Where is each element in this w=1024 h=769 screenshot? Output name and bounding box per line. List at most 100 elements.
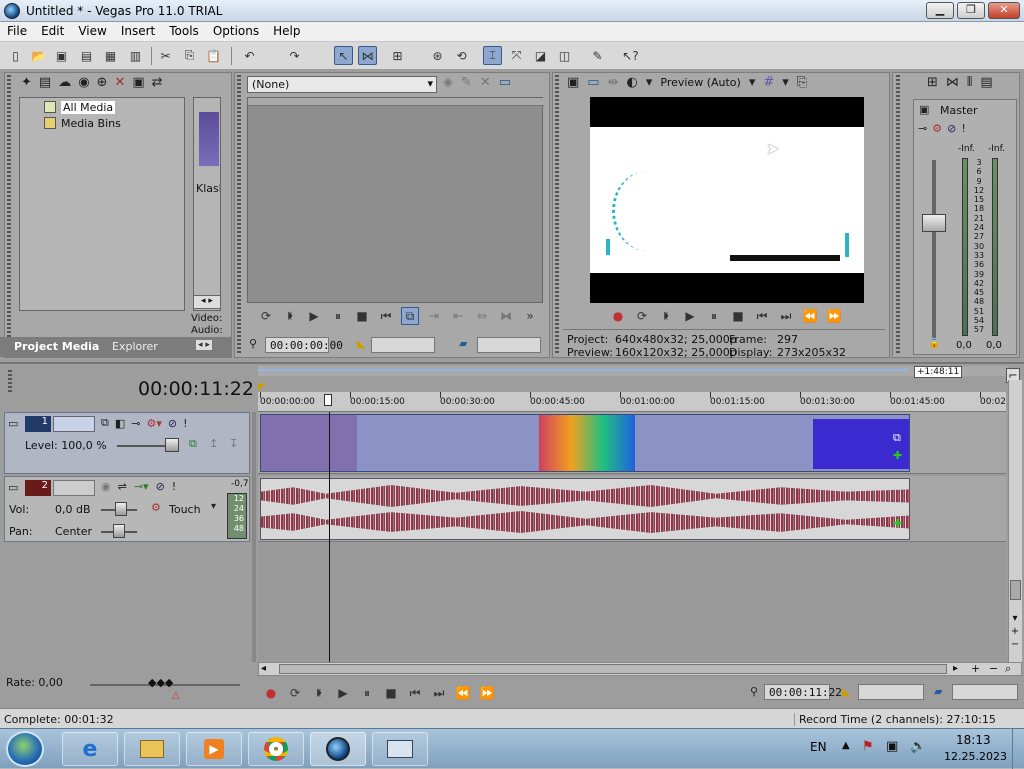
track-list-splitter[interactable]	[252, 412, 256, 662]
trim-out-icon[interactable]: ⇤	[449, 307, 467, 325]
preview-fx-icon[interactable]: ◐	[627, 75, 638, 90]
event-fx-icon[interactable]: ✚	[893, 517, 902, 530]
normal-edit-tool-icon[interactable]: ↖	[334, 46, 353, 65]
stop-icon[interactable]: ■	[729, 307, 747, 325]
media-fx-icon[interactable]: ⇄	[152, 75, 163, 90]
stop-icon[interactable]: ■	[353, 307, 371, 325]
track-fx-icon[interactable]: ⊸▾	[134, 480, 149, 493]
external-monitor-icon[interactable]: ▭	[587, 75, 599, 90]
h-scroll-thumb[interactable]	[279, 664, 947, 674]
selection-tool-icon[interactable]: ⊞	[388, 46, 407, 65]
mute-icon[interactable]: ⊘	[156, 480, 165, 493]
capture-video-icon[interactable]: ▤	[39, 75, 51, 90]
maximize-button[interactable]: ❐	[957, 2, 985, 19]
get-media-icon[interactable]: ☁	[58, 75, 71, 90]
play-from-start-icon[interactable]: ⏵⃒	[657, 307, 675, 325]
render-tool-icon[interactable]: ✎	[588, 46, 607, 65]
trimmer-monitor-icon[interactable]: ▭	[499, 75, 511, 90]
lock-envelopes-icon[interactable]: ◪	[531, 46, 550, 65]
track-motion-icon[interactable]: ⧉	[101, 416, 109, 430]
cut-icon[interactable]: ✂	[156, 46, 175, 65]
tree-item-media-bins[interactable]: Media Bins	[61, 117, 121, 130]
bus-mute-icon[interactable]: ⊘	[947, 122, 956, 135]
video-properties-icon[interactable]: ▣	[567, 75, 579, 90]
marker-bar[interactable]: +1:48:11	[258, 366, 1008, 378]
menu-tools[interactable]: Tools	[162, 22, 206, 38]
go-to-start-icon[interactable]: ⏮	[377, 307, 395, 325]
make-parent-icon[interactable]: ↥	[209, 437, 218, 450]
pause-icon[interactable]: ⏸	[705, 307, 723, 325]
previous-frame-icon[interactable]: ⏪	[454, 684, 472, 702]
open-icon[interactable]: 📂	[29, 46, 48, 65]
volume-icon[interactable]: 🔈	[910, 739, 926, 754]
timeline-v-scrollbar[interactable]: ▾ + −	[1008, 380, 1022, 662]
menu-options[interactable]: Options	[206, 22, 266, 38]
track-fx-icon[interactable]: ⊸	[131, 416, 140, 430]
redo-icon[interactable]: ↷	[285, 46, 304, 65]
preview-quality-dropdown[interactable]: Preview (Auto)	[660, 76, 740, 89]
panel-grip[interactable]	[7, 75, 11, 355]
trimmer-select-icon[interactable]: ⧉	[401, 307, 419, 325]
stop-icon[interactable]: ■	[382, 684, 400, 702]
track-minimize-icon[interactable]: ▭	[8, 417, 18, 430]
trimmer-selection-start[interactable]	[371, 337, 435, 353]
timeline-ruler[interactable]: 00:00:00:00 00:00:15:00 00:00:30:00 00:0…	[258, 392, 1006, 412]
playhead-handle[interactable]	[324, 394, 332, 406]
menu-edit[interactable]: Edit	[34, 22, 71, 38]
track-list-empty[interactable]	[4, 544, 250, 662]
clock-time[interactable]: 18:13	[956, 733, 991, 747]
go-to-start-icon[interactable]: ⏮	[406, 684, 424, 702]
save-as-icon[interactable]: ▤	[77, 46, 96, 65]
mute-icon[interactable]: ⊘	[168, 416, 177, 430]
vegas-app-icon[interactable]	[4, 3, 20, 19]
timeline-grip[interactable]	[8, 370, 12, 394]
invert-phase-icon[interactable]: ⇌	[118, 480, 127, 493]
whats-this-help-icon[interactable]: ↖?	[621, 46, 640, 65]
chrome-icon[interactable]	[248, 732, 304, 766]
render-icon[interactable]: ▦	[101, 46, 120, 65]
auto-crossfade-icon[interactable]: ⤧	[507, 46, 526, 65]
video-track-header[interactable]: ▭ 1 ⧉ ◧ ⊸ ⚙▾ ⊘ ! Level: 100,0 % ⧉ ↥ ↧	[4, 412, 250, 474]
trim-insert-icon[interactable]: ⇔	[473, 307, 491, 325]
loop-icon[interactable]: ⟳	[257, 307, 275, 325]
play-from-start-icon[interactable]: ⏵⃒	[310, 684, 328, 702]
selection-length-display[interactable]	[952, 684, 1018, 700]
selection-start-display[interactable]	[858, 684, 924, 700]
trimmer-add-icon[interactable]: ◈	[443, 75, 453, 90]
record-icon[interactable]: ●	[262, 684, 280, 702]
pan-slider-handle[interactable]	[113, 524, 125, 538]
panel-grip[interactable]	[237, 75, 241, 355]
close-button[interactable]: ✕	[988, 2, 1020, 19]
bus-automation-icon[interactable]: ⚙	[932, 122, 942, 135]
action-center-icon[interactable]: ⚑	[862, 739, 874, 754]
show-hidden-icons-icon[interactable]: ▲	[842, 740, 850, 751]
chevron-down-icon[interactable]: ▾	[749, 75, 756, 90]
chevron-down-icon[interactable]: ▾	[782, 75, 789, 90]
next-frame-icon[interactable]: ⏩	[825, 307, 843, 325]
compositing-mode-icon[interactable]: ◧	[115, 416, 125, 430]
trimmer-pin-icon[interactable]: ✎	[461, 75, 472, 90]
loop-icon[interactable]: ⟳	[633, 307, 651, 325]
trimmer-view[interactable]	[247, 97, 544, 303]
previous-frame-icon[interactable]: ⏪	[801, 307, 819, 325]
trimmer-clear-icon[interactable]: ✕	[480, 75, 491, 90]
copy-icon[interactable]: ⎘	[180, 46, 199, 65]
menu-help[interactable]: Help	[266, 22, 307, 38]
trimmer-time-display[interactable]: 00:00:00:00	[265, 337, 343, 353]
trimmer-selection-length[interactable]	[477, 337, 541, 353]
zoom-in-icon[interactable]: +	[971, 662, 980, 675]
volume-slider-handle[interactable]	[115, 502, 127, 516]
show-desktop-button[interactable]	[1012, 729, 1024, 769]
timeline-current-time[interactable]: 00:00:11:22	[138, 378, 254, 400]
media-player-icon[interactable]: ▶	[186, 732, 242, 766]
vegas-taskbar-icon[interactable]	[310, 732, 366, 766]
bus-solo-icon[interactable]: !	[961, 122, 965, 135]
menu-file[interactable]: File	[0, 22, 34, 38]
v-scroll-thumb[interactable]	[1010, 580, 1021, 600]
pause-icon[interactable]: ⏸	[358, 684, 376, 702]
record-icon[interactable]: ●	[609, 307, 627, 325]
video-event[interactable]: ⧉ ✚	[260, 414, 910, 472]
go-to-start-icon[interactable]: ⏮	[753, 307, 771, 325]
properties-icon[interactable]: ▥	[126, 46, 145, 65]
media-properties-icon[interactable]: ▣	[132, 75, 144, 90]
